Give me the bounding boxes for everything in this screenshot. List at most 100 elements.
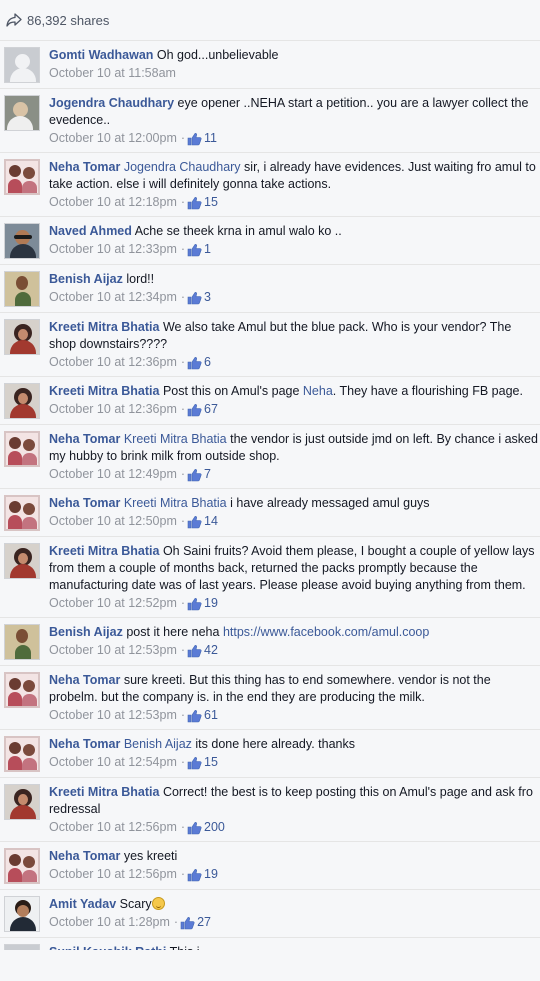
avatar[interactable] (4, 944, 40, 950)
mention-link[interactable]: Benish Aijaz (124, 737, 192, 751)
commenter-name[interactable]: Neha Tomar (49, 673, 120, 687)
commenter-name[interactable]: Benish Aijaz (49, 625, 123, 639)
thumbs-up-icon[interactable] (187, 356, 202, 370)
mention-link[interactable]: Kreeti Mitra Bhatia (124, 432, 227, 446)
like-count[interactable]: 14 (204, 513, 218, 530)
url-link[interactable]: https://www.facebook.com/amul.coop (223, 625, 429, 639)
thumbs-up-icon[interactable] (187, 644, 202, 658)
like-count[interactable]: 15 (204, 754, 218, 771)
commenter-name[interactable]: Kreeti Mitra Bhatia (49, 785, 159, 799)
avatar-body (10, 917, 36, 931)
like-count[interactable]: 19 (204, 866, 218, 883)
comment-timestamp[interactable]: October 10 at 12:49pm (49, 466, 177, 483)
comment-timestamp[interactable]: October 10 at 12:33pm (49, 241, 177, 258)
thumbs-up-icon[interactable] (187, 196, 202, 210)
thumbs-up-icon[interactable] (187, 597, 202, 611)
commenter-name[interactable]: Amit Yadav (49, 897, 116, 911)
like-count[interactable]: 27 (197, 914, 211, 931)
like-count[interactable]: 3 (204, 289, 211, 306)
mention-link[interactable]: Kreeti Mitra Bhatia (124, 496, 227, 510)
commenter-name[interactable]: Jogendra Chaudhary (49, 96, 174, 110)
commenter-name[interactable]: Naved Ahmed (49, 224, 132, 238)
avatar-body (10, 244, 36, 258)
comment-timestamp[interactable]: October 10 at 12:34pm (49, 289, 177, 306)
comment-text: Benish Aijaz lord!! (49, 271, 538, 288)
commenter-name[interactable]: Neha Tomar (49, 160, 120, 174)
like-count[interactable]: 7 (204, 466, 211, 483)
thumbs-up-icon[interactable] (180, 916, 195, 930)
separator-dot: · (173, 915, 179, 929)
thumbs-up-icon[interactable] (187, 756, 202, 770)
comment-meta: October 10 at 12:54pm · 15 (49, 754, 538, 771)
avatar[interactable] (4, 624, 40, 660)
commenter-name[interactable]: Neha Tomar (49, 737, 120, 751)
avatar[interactable] (4, 896, 40, 932)
thumbs-up-icon[interactable] (187, 468, 202, 482)
avatar[interactable] (4, 543, 40, 579)
commenter-name[interactable]: Gomti Wadhawan (49, 48, 153, 62)
thumbs-up-icon[interactable] (187, 132, 202, 146)
avatar[interactable] (4, 95, 40, 131)
mention-link[interactable]: Jogendra Chaudhary (124, 160, 241, 174)
comment-timestamp[interactable]: October 10 at 12:36pm (49, 354, 177, 371)
thumbs-up-icon[interactable] (187, 291, 202, 305)
like-count[interactable]: 19 (204, 595, 218, 612)
like-count[interactable]: 61 (204, 707, 218, 724)
avatar[interactable] (4, 271, 40, 307)
like-count[interactable]: 67 (204, 401, 218, 418)
like-count[interactable]: 15 (204, 194, 218, 211)
commenter-name[interactable]: Benish Aijaz (49, 272, 123, 286)
avatar[interactable] (4, 784, 40, 820)
comment-timestamp[interactable]: October 10 at 12:18pm (49, 194, 177, 211)
like-count[interactable]: 6 (204, 354, 211, 371)
mention-link[interactable]: Neha (303, 384, 333, 398)
comment-timestamp[interactable]: October 10 at 12:36pm (49, 401, 177, 418)
comment-timestamp[interactable]: October 10 at 1:28pm (49, 914, 170, 931)
comment-timestamp[interactable]: October 10 at 12:56pm (49, 866, 177, 883)
avatar[interactable] (4, 319, 40, 355)
thumbs-up-icon[interactable] (187, 709, 202, 723)
shares-link[interactable]: 86,392 shares (6, 13, 109, 28)
commenter-name[interactable]: Sunil Kaushik Rathi (49, 945, 166, 950)
separator-dot: · (180, 708, 186, 722)
avatar-body-secondary (22, 870, 37, 882)
avatar-head (16, 276, 28, 290)
like-count[interactable]: 200 (204, 819, 225, 836)
comment-timestamp[interactable]: October 10 at 12:50pm (49, 513, 177, 530)
separator-dot: · (180, 195, 186, 209)
avatar[interactable] (4, 223, 40, 259)
comment-timestamp[interactable]: October 10 at 12:00pm (49, 130, 177, 147)
like-count[interactable]: 1 (204, 241, 211, 258)
thumbs-up-icon[interactable] (187, 243, 202, 257)
avatar[interactable] (4, 495, 40, 531)
avatar[interactable] (4, 848, 40, 884)
comment-timestamp[interactable]: October 10 at 12:56pm (49, 819, 177, 836)
avatar-body (10, 404, 36, 418)
avatar[interactable] (4, 736, 40, 772)
comment-timestamp[interactable]: October 10 at 12:53pm (49, 707, 177, 724)
like-count[interactable]: 11 (204, 130, 217, 147)
commenter-name[interactable]: Kreeti Mitra Bhatia (49, 384, 159, 398)
comment-timestamp[interactable]: October 10 at 11:58am (49, 65, 176, 82)
comment-timestamp[interactable]: October 10 at 12:53pm (49, 642, 177, 659)
avatar[interactable] (4, 47, 40, 83)
commenter-name[interactable]: Kreeti Mitra Bhatia (49, 320, 159, 334)
commenter-name[interactable]: Neha Tomar (49, 849, 120, 863)
avatar[interactable] (4, 383, 40, 419)
thumbs-up-icon[interactable] (187, 403, 202, 417)
comment-timestamp[interactable]: October 10 at 12:52pm (49, 595, 177, 612)
like-count[interactable]: 42 (204, 642, 218, 659)
avatar[interactable] (4, 431, 40, 467)
comment-meta: October 10 at 12:00pm · 11 (49, 130, 538, 147)
comment-timestamp[interactable]: October 10 at 12:54pm (49, 754, 177, 771)
shares-bar: 86,392 shares (0, 0, 540, 41)
commenter-name[interactable]: Kreeti Mitra Bhatia (49, 544, 159, 558)
thumbs-up-icon[interactable] (187, 821, 202, 835)
comment-body: i have already messaged amul guys (226, 496, 430, 510)
commenter-name[interactable]: Neha Tomar (49, 496, 120, 510)
thumbs-up-icon[interactable] (187, 868, 202, 882)
thumbs-up-icon[interactable] (187, 515, 202, 529)
avatar[interactable] (4, 159, 40, 195)
avatar[interactable] (4, 672, 40, 708)
commenter-name[interactable]: Neha Tomar (49, 432, 120, 446)
